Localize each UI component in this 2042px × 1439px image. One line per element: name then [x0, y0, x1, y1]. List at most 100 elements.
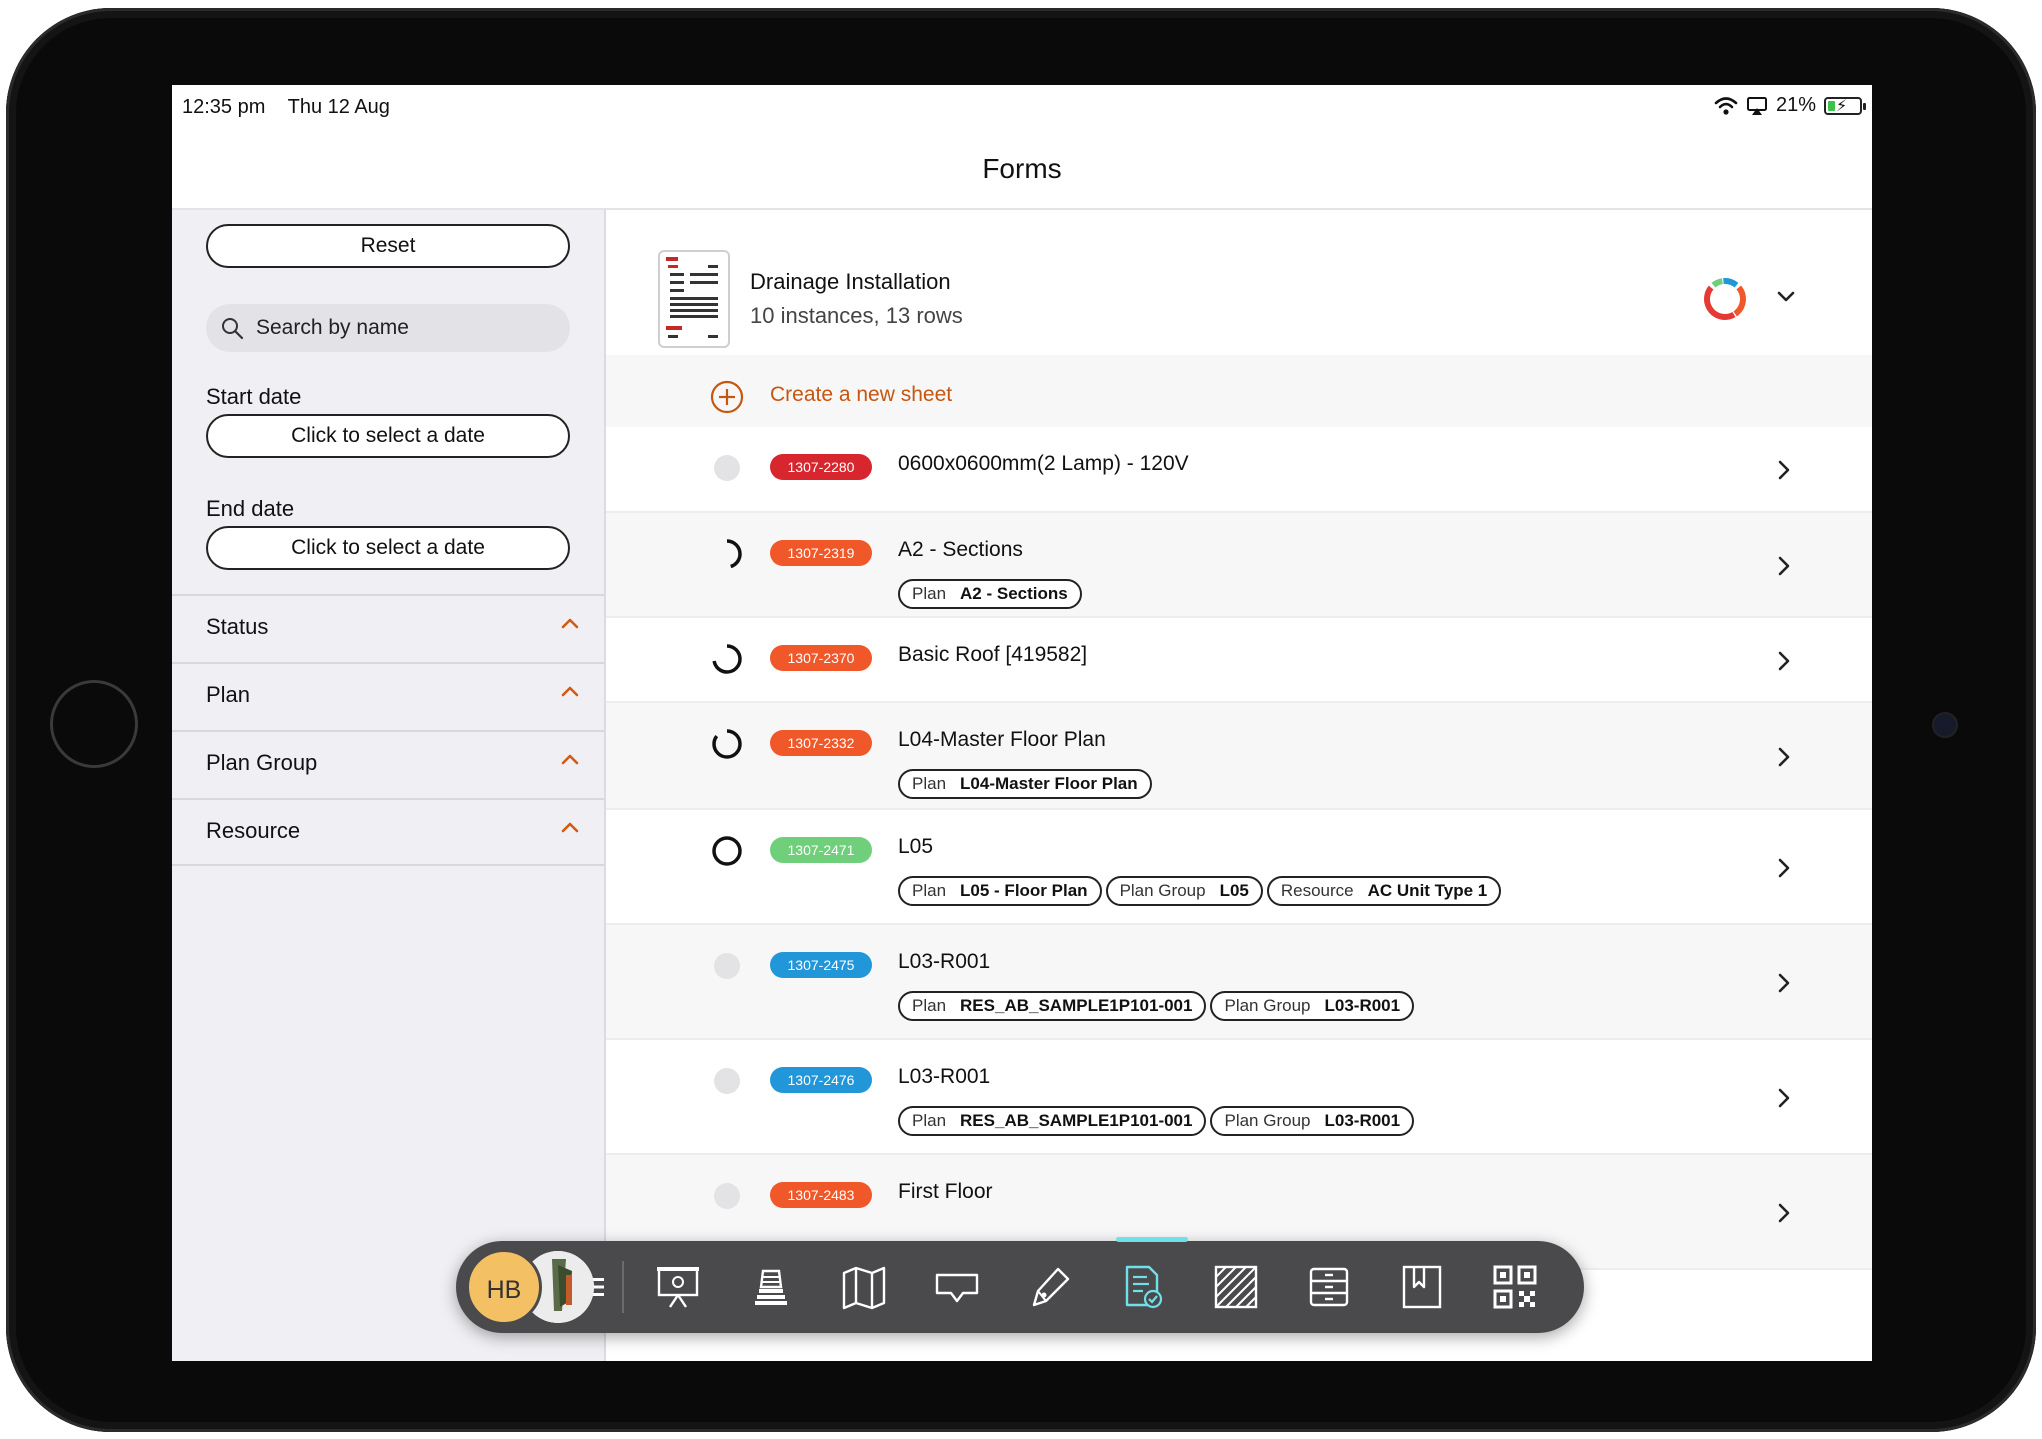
chevron-up-icon [561, 754, 579, 765]
map-icon[interactable] [838, 1261, 890, 1313]
form-summary: 10 instances, 13 rows [750, 303, 963, 328]
hatch-icon[interactable] [1210, 1261, 1262, 1313]
tag-chip: Plan A2 - Sections [898, 579, 1082, 609]
chevron-right-icon[interactable] [1774, 649, 1794, 673]
layers-icon[interactable] [745, 1261, 797, 1313]
tag-value: L03-R001 [1324, 1111, 1401, 1130]
chevron-up-icon [561, 618, 579, 629]
sheet-name: First Floor [898, 1180, 993, 1203]
tag-value: L05 - Floor Plan [960, 881, 1088, 900]
pen-icon[interactable] [1024, 1261, 1076, 1313]
tag-value: AC Unit Type 1 [1367, 881, 1488, 900]
divider [172, 864, 604, 866]
camera [1932, 712, 1958, 738]
tag-chip: Plan RES_AB_SAMPLE1P101-001 [898, 991, 1207, 1021]
tag-value: RES_AB_SAMPLE1P101-001 [960, 996, 1193, 1015]
tag-key: Plan Group [1119, 881, 1206, 900]
tag-key: Plan Group [1224, 996, 1311, 1015]
chevron-right-icon[interactable] [1774, 856, 1794, 880]
sheet-id-badge: 1307-2475 [770, 952, 872, 978]
chevron-down-icon[interactable] [1774, 288, 1798, 304]
form-header[interactable]: Drainage Installation 10 instances, 13 r… [606, 210, 1872, 355]
create-sheet-button[interactable]: Create a new sheet [770, 383, 952, 407]
start-date-button[interactable]: Click to select a date [206, 414, 570, 458]
chevron-right-icon[interactable] [1774, 1086, 1794, 1110]
forms-list: Drainage Installation 10 instances, 13 r… [606, 210, 1872, 1361]
filter-sidebar: Reset Start date Click to select a date … [172, 210, 606, 1361]
chevron-right-icon[interactable] [1774, 1201, 1794, 1225]
status-donut-icon [1704, 278, 1746, 320]
sheet-row[interactable]: 1307-2280 0600x0600mm(2 Lamp) - 120V [606, 427, 1872, 513]
reset-button[interactable]: Reset [206, 224, 570, 268]
tag-key: Plan [912, 774, 947, 793]
sheet-row[interactable]: 1307-2471 L05 Plan L05 - Floor Plan Plan Gro… [606, 810, 1872, 925]
tag-value: L03-R001 [1324, 996, 1401, 1015]
status-circle-icon [712, 729, 742, 759]
chat-icon[interactable] [931, 1261, 983, 1313]
tag-value: L05 [1219, 881, 1249, 900]
status-bar: 12:35 pm Thu 12 Aug 21% ⚡ [172, 85, 1872, 135]
presentation-icon[interactable] [652, 1261, 704, 1313]
tag-value: L04-Master Floor Plan [960, 774, 1138, 793]
tag-key: Plan [912, 881, 947, 900]
tag-chip: Plan Group L05 [1105, 876, 1263, 906]
toolbar-divider [622, 1261, 624, 1313]
add-circle-icon[interactable] [710, 380, 744, 414]
filter-label: Status [206, 614, 269, 639]
screen-mirroring-icon [1746, 96, 1767, 115]
status-circle-icon [714, 455, 740, 481]
bottom-toolbar: HB [456, 1237, 1584, 1333]
filter-resource[interactable]: Resource [172, 798, 604, 864]
bookmark-icon[interactable] [1396, 1261, 1448, 1313]
sheet-row[interactable]: 1307-2475 L03-R001 Plan RES_AB_SAMPLE1P101-… [606, 925, 1872, 1040]
sheet-row[interactable]: 1307-2370 Basic Roof [419582] [606, 618, 1872, 703]
sheet-name: L04-Master Floor Plan [898, 728, 1106, 751]
status-circle-icon [714, 1068, 740, 1094]
sheet-tags: Plan L05 - Floor Plan Plan Group L05 Resourc… [898, 876, 1502, 906]
tag-key: Plan [912, 1111, 947, 1130]
search-icon [222, 318, 244, 340]
clock-time: 12:35 pm [182, 96, 266, 118]
tag-value: RES_AB_SAMPLE1P101-001 [960, 1111, 1193, 1130]
status-time: 12:35 pm Thu 12 Aug [182, 96, 390, 119]
sheet-tags: Plan RES_AB_SAMPLE1P101-001 Plan Group L03-… [898, 1106, 1415, 1136]
end-date-label: End date [206, 496, 295, 521]
chevron-right-icon[interactable] [1774, 554, 1794, 578]
chevron-up-icon [561, 822, 579, 833]
active-indicator [1116, 1237, 1188, 1242]
search-box[interactable] [206, 304, 570, 352]
chevron-right-icon[interactable] [1774, 745, 1794, 769]
sheet-row[interactable]: 1307-2319 A2 - Sections Plan A2 - Sections [606, 513, 1872, 618]
form-name: Drainage Installation [750, 269, 951, 294]
forms-icon[interactable] [1117, 1261, 1169, 1313]
sheet-name: 0600x0600mm(2 Lamp) - 120V [898, 452, 1189, 475]
end-date-button[interactable]: Click to select a date [206, 526, 570, 570]
chevron-up-icon [561, 686, 579, 697]
chevron-right-icon[interactable] [1774, 971, 1794, 995]
start-date-label: Start date [206, 384, 302, 409]
chevron-right-icon[interactable] [1774, 458, 1794, 482]
home-button [50, 680, 138, 768]
filter-plan[interactable]: Plan [172, 662, 604, 728]
sheet-id-badge: 1307-2319 [770, 540, 872, 566]
sheet-id-badge: 1307-2332 [770, 730, 872, 756]
sheet-name: L05 [898, 835, 934, 858]
tag-chip: Plan Group L03-R001 [1210, 991, 1415, 1021]
sheet-name: L03-R001 [898, 950, 991, 973]
archive-icon[interactable] [1303, 1261, 1355, 1313]
qr-code-icon[interactable] [1489, 1261, 1541, 1313]
tag-key: Resource [1280, 881, 1354, 900]
sheet-tags: Plan L04-Master Floor Plan [898, 769, 1152, 799]
tag-key: Plan [912, 584, 947, 603]
user-avatar[interactable]: HB [466, 1249, 542, 1325]
sheet-row[interactable]: 1307-2332 L04-Master Floor Plan Plan L04-Ma… [606, 703, 1872, 810]
tag-key: Plan Group [1224, 1111, 1311, 1130]
screen: 12:35 pm Thu 12 Aug 21% ⚡ Forms Reset Se… [172, 85, 1872, 1361]
search-input[interactable] [254, 315, 548, 341]
filter-status[interactable]: Status [172, 594, 604, 660]
sheet-id-badge: 1307-2483 [770, 1182, 872, 1208]
filter-plan-group[interactable]: Plan Group [172, 730, 604, 796]
sheet-id-badge: 1307-2280 [770, 454, 872, 480]
sheet-row[interactable]: 1307-2476 L03-R001 Plan RES_AB_SAMPLE1P101-… [606, 1040, 1872, 1155]
wifi-icon [1714, 96, 1738, 115]
